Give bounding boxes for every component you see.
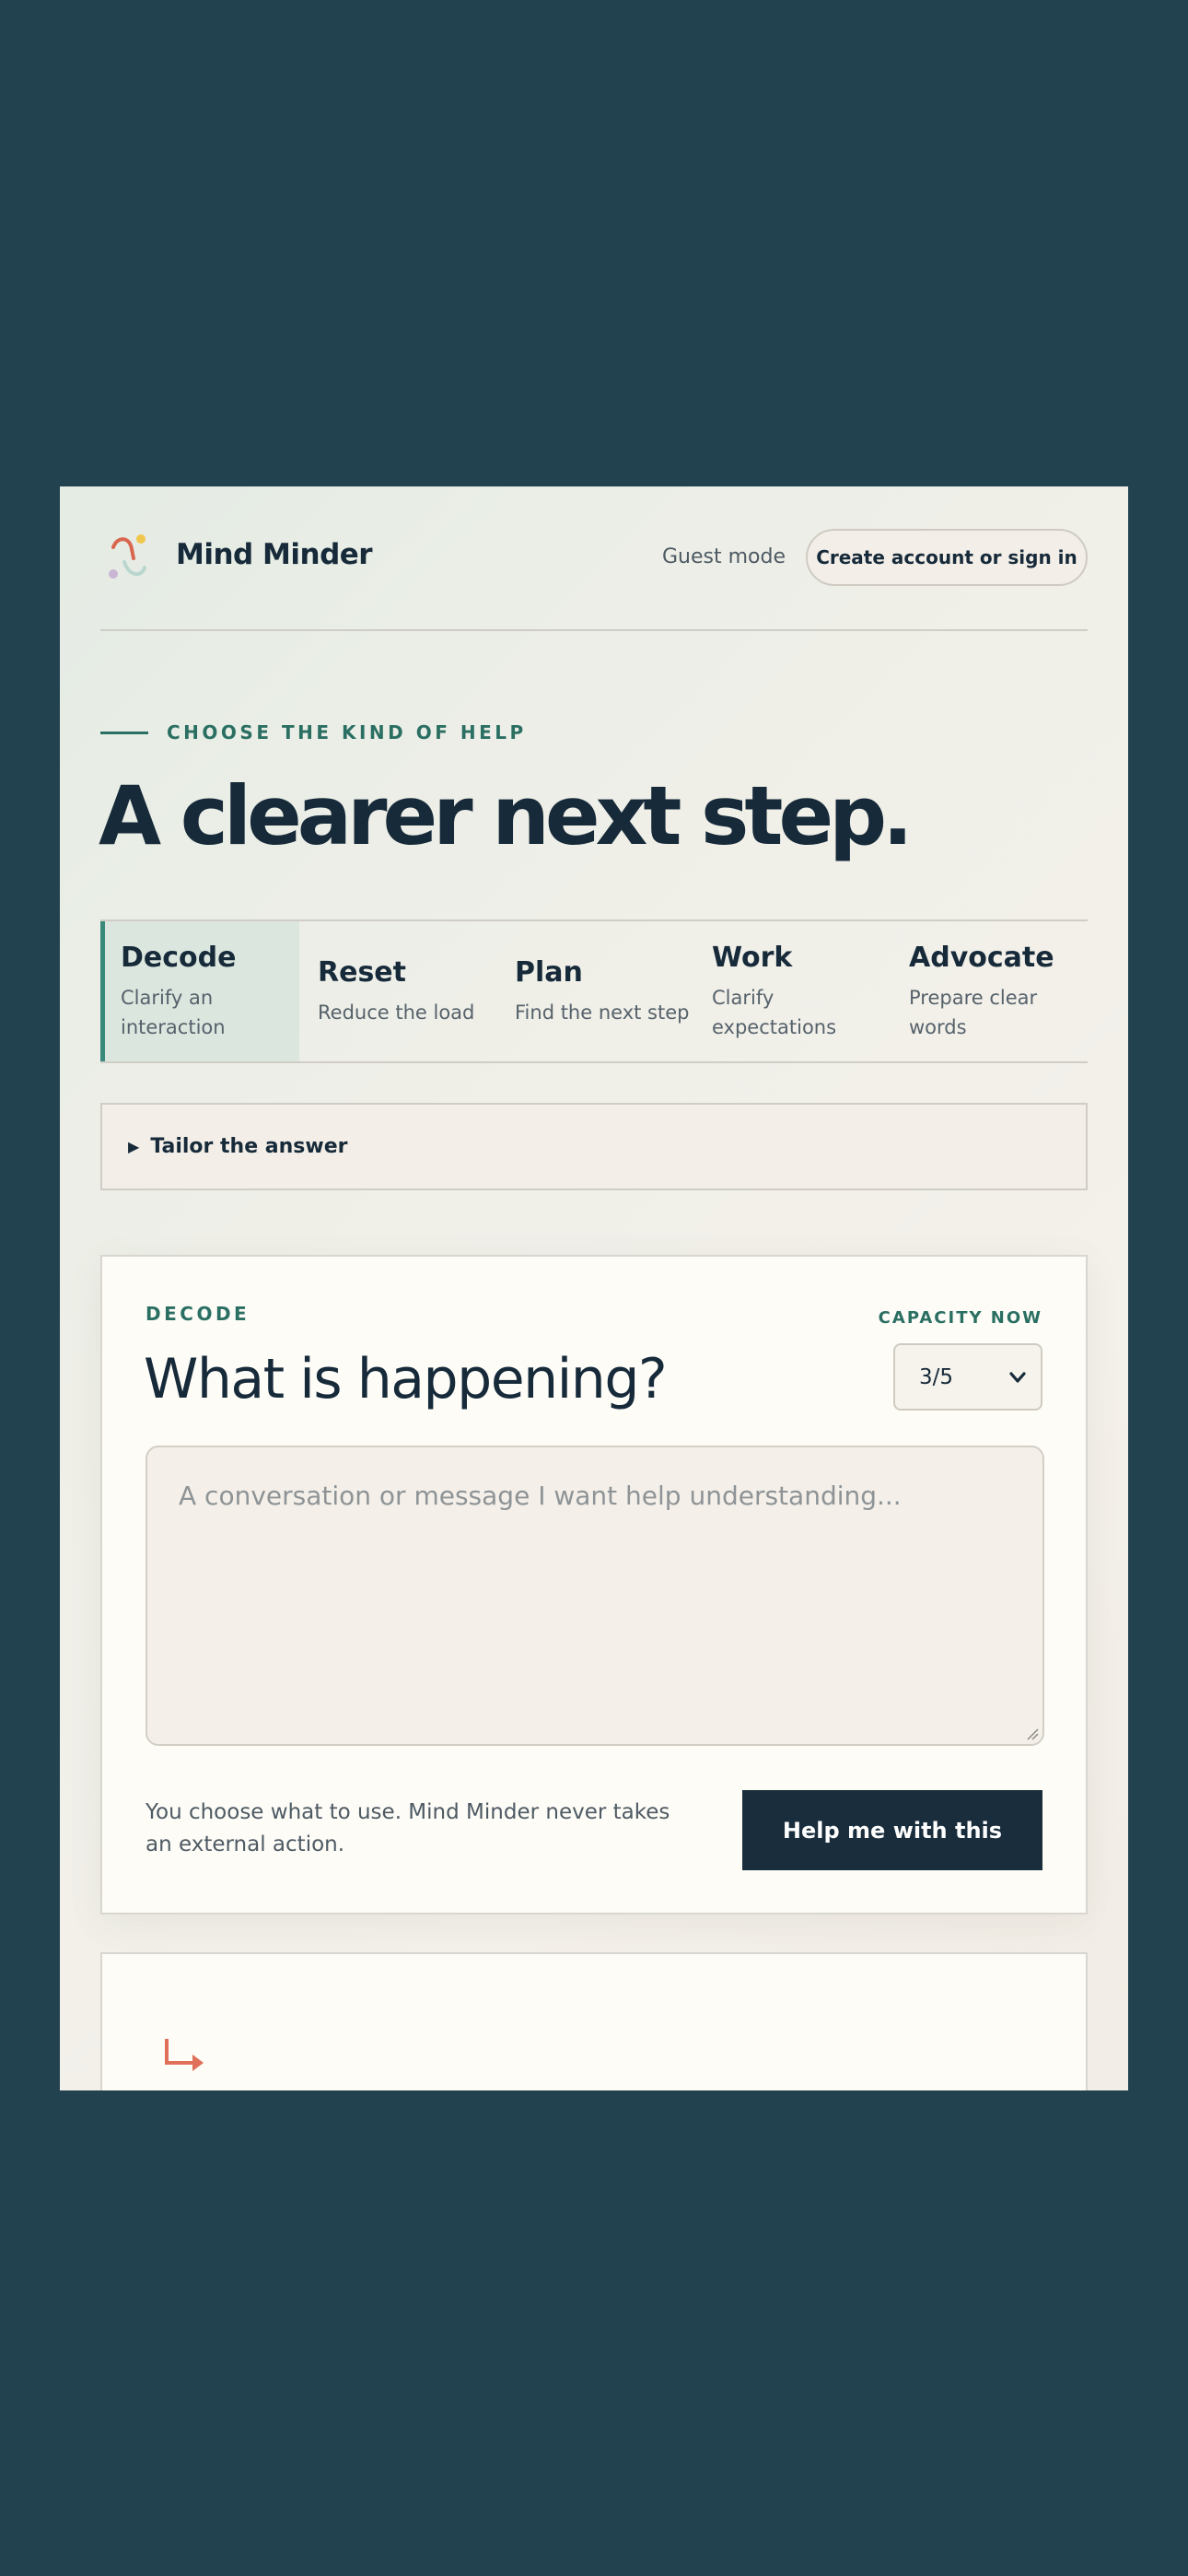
card-title: What is happening? xyxy=(144,1347,668,1411)
tab-subtitle: Clarify an interaction xyxy=(121,987,226,1038)
disclosure-triangle-icon: ▶ xyxy=(128,1138,140,1155)
tab-subtitle: Clarify expectations xyxy=(712,987,837,1038)
tab-title: Work xyxy=(712,942,793,974)
tab-advocate[interactable]: Advocate Prepare clear words xyxy=(891,921,1088,1061)
tab-title: Reset xyxy=(318,955,406,989)
help-type-tabs: Decode Clarify an interaction Reset Redu… xyxy=(100,919,1088,1063)
tab-subtitle: Find the next step xyxy=(515,1001,690,1024)
privacy-note: You choose what to use. Mind Minder neve… xyxy=(146,1800,670,1856)
brand-name: Mind Minder xyxy=(176,538,373,571)
tailor-answer-toggle[interactable]: ▶ Tailor the answer xyxy=(100,1103,1088,1190)
eyebrow-text: CHOOSE THE KIND OF HELP xyxy=(167,721,527,744)
tab-decode[interactable]: Decode Clarify an interaction xyxy=(100,921,299,1061)
tailor-answer-label: Tailor the answer xyxy=(150,1135,348,1158)
card-eyebrow: DECODE xyxy=(146,1303,250,1325)
tab-title: Advocate xyxy=(909,942,1054,974)
help-me-submit-button[interactable]: Help me with this xyxy=(742,1790,1042,1870)
eyebrow-rule xyxy=(100,731,148,734)
page-title: A clearer next step. xyxy=(99,768,914,863)
tab-reset[interactable]: Reset Reduce the load xyxy=(299,921,496,1061)
create-account-sign-in-button[interactable]: Create account or sign in xyxy=(806,529,1088,586)
app-window: Mind Minder Guest mode Create account or… xyxy=(60,486,1128,2090)
tab-plan[interactable]: Plan Find the next step xyxy=(496,921,693,1061)
decode-form-card: DECODE What is happening? CAPACITY NOW 3… xyxy=(100,1255,1088,1914)
hero-eyebrow: CHOOSE THE KIND OF HELP xyxy=(100,721,527,744)
textarea-placeholder: A conversation or message I want help un… xyxy=(179,1481,902,1511)
mind-minder-logo-icon[interactable] xyxy=(100,531,157,588)
header: Mind Minder Guest mode Create account or… xyxy=(100,486,1088,631)
capacity-label: CAPACITY NOW xyxy=(878,1308,1042,1328)
response-card xyxy=(100,1952,1088,2090)
resize-handle-icon[interactable] xyxy=(1026,1727,1039,1740)
capacity-value: 3/5 xyxy=(919,1364,954,1389)
tab-subtitle: Prepare clear words xyxy=(909,987,1038,1038)
guest-mode-label: Guest mode xyxy=(662,545,786,568)
tab-work[interactable]: Work Clarify expectations xyxy=(693,921,891,1061)
chevron-down-icon xyxy=(1009,1372,1026,1383)
situation-textarea[interactable]: A conversation or message I want help un… xyxy=(146,1446,1044,1746)
capacity-select[interactable]: 3/5 xyxy=(893,1343,1042,1411)
tab-subtitle: Reduce the load xyxy=(318,1001,475,1024)
tab-title: Decode xyxy=(121,942,237,974)
tab-title: Plan xyxy=(515,955,583,989)
return-arrow-icon xyxy=(165,2039,204,2071)
